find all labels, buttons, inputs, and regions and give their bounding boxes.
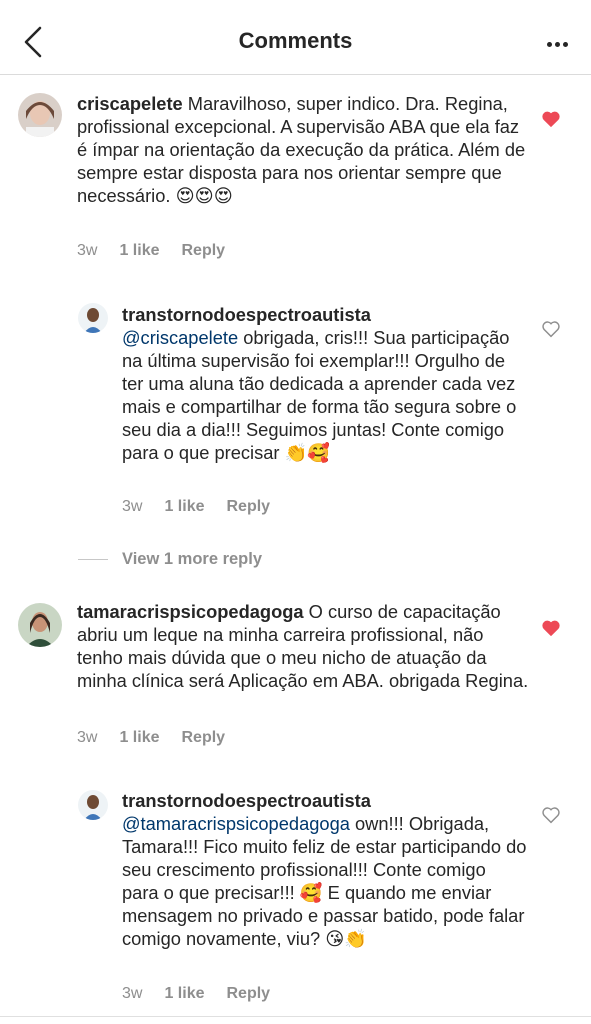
comment-text: tamaracrispsicopedagoga O curso de capac… (77, 601, 529, 691)
comment-text: criscapelete Maravilhoso, super indico. … (77, 93, 526, 207)
comment-username[interactable]: transtornodoespectroautista (122, 304, 371, 325)
comment-meta: 3w 1 like Reply (122, 985, 292, 1003)
avatar[interactable] (18, 603, 62, 647)
mention-link[interactable]: @criscapelete (122, 327, 238, 348)
page-title: Comments (238, 28, 353, 53)
comment-meta: 3w 1 like Reply (77, 242, 247, 260)
heart-outline-icon[interactable] (541, 806, 561, 824)
comment-meta: 3w 1 like Reply (122, 498, 292, 516)
comment-username[interactable]: transtornodoespectroautista (122, 790, 371, 811)
reply-button[interactable]: Reply (181, 729, 225, 746)
avatar[interactable] (18, 93, 62, 137)
emoji: 😘👏 (325, 929, 368, 950)
likes-count[interactable]: 1 like (164, 985, 204, 1002)
reply-text: transtornodoespectroautista @tamaracrisps… (122, 790, 527, 950)
reply-button[interactable]: Reply (181, 242, 225, 259)
comment-username[interactable]: criscapelete (77, 93, 183, 114)
heart-filled-icon[interactable] (541, 110, 561, 128)
likes-count[interactable]: 1 like (119, 729, 159, 746)
reply-button[interactable]: Reply (226, 985, 270, 1002)
heart-filled-icon[interactable] (541, 619, 561, 637)
more-options-icon[interactable] (547, 34, 571, 47)
reply-button[interactable]: Reply (226, 498, 270, 515)
avatar[interactable] (78, 790, 108, 820)
likes-count[interactable]: 1 like (119, 242, 159, 259)
divider (0, 1016, 591, 1017)
emoji: 👏🥰 (284, 443, 331, 464)
divider (78, 559, 108, 561)
heart-outline-icon[interactable] (541, 320, 561, 338)
emoji: 😍😍😍 (175, 186, 233, 207)
comment-time: 3w (77, 729, 98, 746)
avatar[interactable] (78, 303, 108, 333)
comment-time: 3w (122, 498, 143, 515)
comment-time: 3w (122, 985, 143, 1002)
reply-text: transtornodoespectroautista @criscapelete… (122, 304, 517, 464)
comment-username[interactable]: tamaracrispsicopedagoga (77, 601, 304, 622)
comment-meta: 3w 1 like Reply (77, 729, 247, 747)
mention-link[interactable]: @tamaracrispsicopedagoga (122, 813, 350, 834)
comments-header: Comments (0, 0, 591, 75)
view-more-replies[interactable]: View 1 more reply (78, 550, 262, 569)
comment-time: 3w (77, 242, 98, 259)
likes-count[interactable]: 1 like (164, 498, 204, 515)
